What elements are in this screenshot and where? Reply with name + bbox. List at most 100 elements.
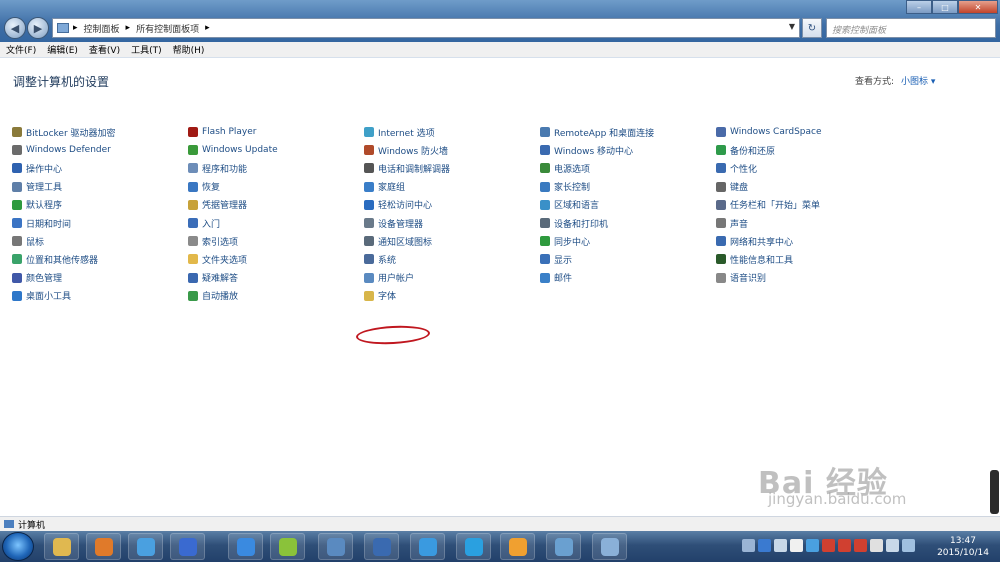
- update-icon: [188, 145, 198, 156]
- search-input[interactable]: 搜索控制面板: [826, 18, 996, 38]
- taskbar-button[interactable]: [86, 533, 121, 560]
- control-panel-item[interactable]: 通知区域图标: [364, 232, 450, 250]
- menu-help[interactable]: 帮助(H): [173, 43, 205, 56]
- control-panel-item[interactable]: 设备管理器: [364, 214, 450, 232]
- taskbar-button[interactable]: [228, 533, 263, 560]
- ime-tray-icon[interactable]: [870, 539, 883, 552]
- windows-tray-icon[interactable]: [790, 539, 803, 552]
- control-panel-item[interactable]: 电话和调制解调器: [364, 159, 450, 177]
- menu-edit[interactable]: 编辑(E): [47, 43, 78, 56]
- control-panel-item[interactable]: 区域和语言: [540, 196, 654, 214]
- control-panel-item[interactable]: 设备和打印机: [540, 214, 654, 232]
- control-panel-item[interactable]: 语音识别: [716, 269, 822, 287]
- control-panel-item[interactable]: 网络和共享中心: [716, 232, 822, 250]
- up-arrow-icon[interactable]: [742, 539, 755, 552]
- taskbar-button[interactable]: [500, 533, 535, 560]
- taskbar-button[interactable]: [128, 533, 163, 560]
- control-panel-item[interactable]: Flash Player: [188, 123, 278, 141]
- control-panel-item[interactable]: 颜色管理: [12, 269, 116, 287]
- control-panel-item[interactable]: Windows Update: [188, 141, 278, 159]
- control-panel-item[interactable]: 桌面小工具: [12, 287, 116, 305]
- control-panel-item[interactable]: 自动播放: [188, 287, 278, 305]
- control-panel-item[interactable]: 位置和其他传感器: [12, 250, 116, 268]
- scroll-handle[interactable]: [990, 470, 999, 514]
- control-panel-item[interactable]: 入门: [188, 214, 278, 232]
- control-panel-item[interactable]: Windows 防火墙: [364, 141, 450, 159]
- control-panel-item[interactable]: 操作中心: [12, 159, 116, 177]
- flag-tray-icon[interactable]: [822, 539, 835, 552]
- minimize-button[interactable]: –: [906, 0, 932, 14]
- control-panel-item[interactable]: 显示: [540, 250, 654, 268]
- control-panel-item[interactable]: 字体: [364, 287, 450, 305]
- control-panel-item[interactable]: 家长控制: [540, 178, 654, 196]
- control-panel-item[interactable]: 备份和还原: [716, 141, 822, 159]
- control-panel-item[interactable]: 凭据管理器: [188, 196, 278, 214]
- control-panel-item[interactable]: Internet 选项: [364, 123, 450, 141]
- control-panel-item[interactable]: 疑难解答: [188, 269, 278, 287]
- control-panel-item[interactable]: 性能信息和工具: [716, 250, 822, 268]
- taskbar-button[interactable]: [44, 533, 79, 560]
- item-label: 通知区域图标: [378, 237, 433, 248]
- notification-icon: [364, 236, 374, 247]
- menu-view[interactable]: 查看(V): [89, 43, 120, 56]
- breadcrumb-all-items[interactable]: 所有控制面板项: [136, 22, 199, 35]
- control-panel-item[interactable]: Windows Defender: [12, 141, 116, 159]
- breadcrumb-control-panel[interactable]: 控制面板: [84, 22, 120, 35]
- close-button[interactable]: ✕: [958, 0, 998, 14]
- control-panel-item[interactable]: 声音: [716, 214, 822, 232]
- control-panel-item[interactable]: Windows CardSpace: [716, 123, 822, 141]
- taskbar-button[interactable]: [546, 533, 581, 560]
- control-panel-item[interactable]: BitLocker 驱动器加密: [12, 123, 116, 141]
- refresh-button[interactable]: ↻: [802, 18, 822, 38]
- control-panel-item[interactable]: 管理工具: [12, 178, 116, 196]
- taskbar-button[interactable]: [170, 533, 205, 560]
- control-panel-item[interactable]: 系统: [364, 250, 450, 268]
- control-panel-item[interactable]: 用户帐户: [364, 269, 450, 287]
- menu-tools[interactable]: 工具(T): [131, 43, 162, 56]
- control-panel-item[interactable]: 家庭组: [364, 178, 450, 196]
- control-panel-item[interactable]: 程序和功能: [188, 159, 278, 177]
- control-panel-item[interactable]: 键盘: [716, 178, 822, 196]
- view-by-dropdown[interactable]: 小图标 ▾: [901, 74, 935, 87]
- control-panel-item[interactable]: 恢复: [188, 178, 278, 196]
- control-panel-item[interactable]: 日期和时间: [12, 214, 116, 232]
- taskbar-button[interactable]: [270, 533, 305, 560]
- network-tray-icon[interactable]: [838, 539, 851, 552]
- control-panel-item[interactable]: RemoteApp 和桌面连接: [540, 123, 654, 141]
- back-button[interactable]: ◀: [4, 17, 26, 39]
- control-panel-item[interactable]: 轻松访问中心: [364, 196, 450, 214]
- shield-tray-icon[interactable]: [806, 539, 819, 552]
- taskbar-icon: [716, 199, 726, 210]
- maximize-button[interactable]: □: [932, 0, 958, 14]
- column-3: Internet 选项 Windows 防火墙 电话和调制解调器 家庭组 轻松访问中心设…: [364, 123, 450, 305]
- taskbar-button[interactable]: [456, 533, 491, 560]
- control-panel-item[interactable]: Windows 移动中心: [540, 141, 654, 159]
- taskbar-button[interactable]: [592, 533, 627, 560]
- control-panel-item[interactable]: 文件夹选项: [188, 250, 278, 268]
- address-bar[interactable]: ▸ 控制面板 ▸ 所有控制面板项 ▸ ▼: [52, 18, 800, 38]
- control-panel-item[interactable]: 邮件: [540, 269, 654, 287]
- sound-tray-icon[interactable]: [774, 539, 787, 552]
- control-panel-item[interactable]: 个性化: [716, 159, 822, 177]
- control-panel-item[interactable]: 任务栏和「开始」菜单: [716, 196, 822, 214]
- control-panel-item[interactable]: 默认程序: [12, 196, 116, 214]
- help-icon[interactable]: [758, 539, 771, 552]
- control-panel-item[interactable]: 索引选项: [188, 232, 278, 250]
- tray-app-icon[interactable]: [902, 539, 915, 552]
- start-button[interactable]: [2, 532, 34, 561]
- control-panel-item[interactable]: 同步中心: [540, 232, 654, 250]
- taskbar-button[interactable]: [318, 533, 353, 560]
- item-label: 自动播放: [202, 292, 239, 303]
- menu-file[interactable]: 文件(F): [6, 43, 36, 56]
- chevron-right-icon[interactable]: ▸: [126, 23, 131, 33]
- speaker-tray-icon[interactable]: [886, 539, 899, 552]
- control-panel-item[interactable]: 电源选项: [540, 159, 654, 177]
- control-panel-item[interactable]: 鼠标: [12, 232, 116, 250]
- taskbar-button[interactable]: [364, 533, 399, 560]
- chevron-right-icon[interactable]: ▸: [205, 23, 210, 33]
- action-tray-icon[interactable]: [854, 539, 867, 552]
- clock[interactable]: 13:47 2015/10/14: [932, 535, 994, 559]
- chevron-down-icon[interactable]: ▼: [789, 22, 795, 31]
- forward-button[interactable]: ▶: [27, 17, 49, 39]
- taskbar-button[interactable]: [410, 533, 445, 560]
